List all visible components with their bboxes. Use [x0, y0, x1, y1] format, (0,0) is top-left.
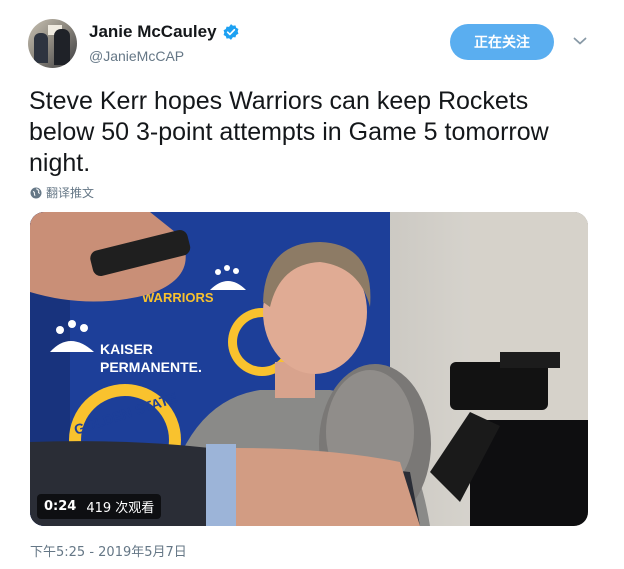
- avatar-figure-right: [54, 29, 70, 65]
- author-handle[interactable]: @JanieMcCAP: [89, 48, 184, 64]
- video-frame: KAISER PERMANENTE. GOLDEN STATE WARRIORS: [30, 212, 588, 526]
- backdrop-text-permanente: PERMANENTE.: [100, 359, 202, 375]
- verified-badge-icon: [223, 24, 238, 40]
- video-duration: 0:24: [44, 499, 77, 514]
- avatar-figure-left: [34, 33, 48, 63]
- backdrop-text-kaiser: KAISER: [100, 341, 153, 357]
- video-view-count: 419 次观看: [86, 501, 155, 516]
- author-avatar[interactable]: [28, 19, 77, 68]
- video-info-overlay: 0:24 419 次观看: [37, 494, 162, 519]
- translate-tweet-label: 翻译推文: [46, 186, 95, 200]
- chevron-down-icon[interactable]: [573, 36, 587, 46]
- translate-tweet-link[interactable]: 翻译推文: [30, 184, 94, 201]
- author-name-row: Janie McCauley: [89, 22, 240, 42]
- globe-icon: [30, 187, 42, 198]
- author-display-name[interactable]: Janie McCauley: [89, 22, 217, 42]
- following-button[interactable]: 正在关注: [450, 24, 554, 60]
- tweet-text: Steve Kerr hopes Warriors can keep Rocke…: [29, 87, 549, 177]
- video-player[interactable]: KAISER PERMANENTE. GOLDEN STATE WARRIORS…: [30, 212, 588, 526]
- tweet-timestamp[interactable]: 下午5:25 - 2019年5月7日: [30, 541, 187, 560]
